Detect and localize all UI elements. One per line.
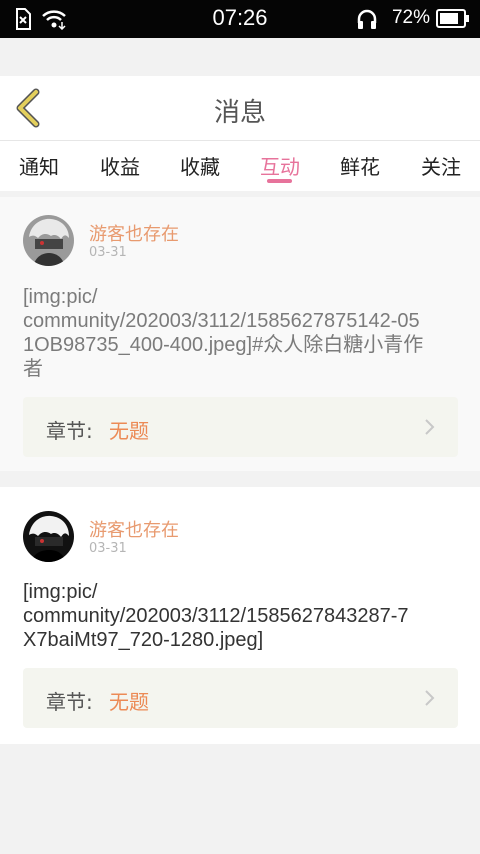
message-date: 03-31 <box>89 541 127 556</box>
battery-percent: 72% <box>391 7 430 28</box>
chevron-right-icon <box>425 419 435 435</box>
username[interactable]: 游客也存在 <box>89 220 179 246</box>
chapter-link[interactable]: 章节: 无题 <box>23 397 458 457</box>
status-bar: 07:26 72% <box>0 0 480 38</box>
chevron-right-icon <box>425 690 435 706</box>
avatar[interactable] <box>23 215 74 266</box>
tab-bar: 通知 收益 收藏 互动 鲜花 关注 <box>0 141 480 191</box>
content-line: 1OB98735_400-400.jpeg]#众人除白糖小青作 <box>23 334 424 356</box>
content-line: community/202003/3112/1585627875142-05 <box>23 310 420 332</box>
content-line: X7baiMt97_720-1280.jpeg] <box>23 629 264 651</box>
chapter-link[interactable]: 章节: 无题 <box>23 668 458 728</box>
chapter-label: 章节: <box>46 690 93 714</box>
message-date: 03-31 <box>89 245 127 260</box>
content-line: [img:pic/ <box>23 286 98 308</box>
active-tab-indicator <box>267 179 292 183</box>
content-line: [img:pic/ <box>23 581 98 603</box>
headphones-icon <box>357 9 377 29</box>
avatar[interactable] <box>23 511 74 562</box>
message-card: 游客也存在 03-31 [img:pic/ community/202003/3… <box>0 487 480 744</box>
content-line: 者 <box>23 358 43 380</box>
battery-icon <box>436 9 469 28</box>
tab-flowers[interactable]: 鲜花 <box>320 151 400 180</box>
tab-earnings[interactable]: 收益 <box>80 151 160 180</box>
tab-interactions[interactable]: 互动 <box>240 151 320 180</box>
content-line: community/202003/3112/1585627843287-7 <box>23 605 409 627</box>
message-card: 游客也存在 03-31 [img:pic/ community/202003/3… <box>0 197 480 471</box>
chapter-value: 无题 <box>109 690 149 714</box>
username[interactable]: 游客也存在 <box>89 516 179 542</box>
message-content: [img:pic/ community/202003/3112/15856278… <box>23 285 463 381</box>
message-content: [img:pic/ community/202003/3112/15856278… <box>23 580 463 652</box>
header-bar: 消息 <box>0 76 480 141</box>
tab-following[interactable]: 关注 <box>401 151 480 180</box>
tab-favorites[interactable]: 收藏 <box>160 151 240 180</box>
tab-notifications[interactable]: 通知 <box>0 151 79 180</box>
page-title: 消息 <box>213 98 266 128</box>
chapter-value: 无题 <box>109 419 149 443</box>
chapter-label: 章节: <box>46 419 93 443</box>
